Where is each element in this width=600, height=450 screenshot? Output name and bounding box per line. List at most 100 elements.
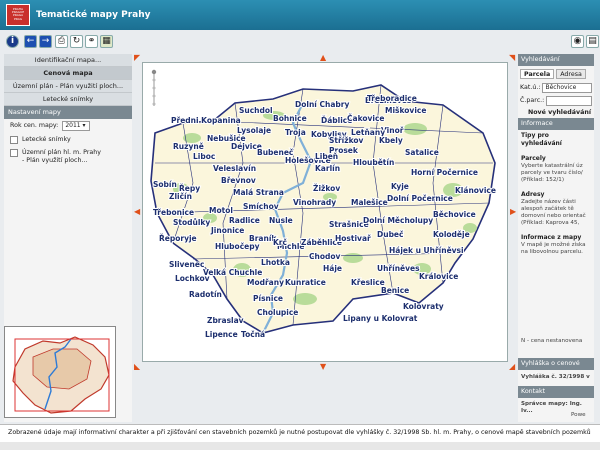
horizontal-scrollbar[interactable] [0, 442, 600, 450]
district-label[interactable]: Radlice [228, 215, 261, 226]
district-label[interactable]: Benice [380, 285, 410, 296]
district-label[interactable]: Běchovice [432, 209, 477, 220]
pan-right-arrow-icon[interactable]: ▶ [510, 207, 516, 216]
pan-left-arrow-icon[interactable]: ◀ [134, 207, 140, 216]
district-label[interactable]: Hájek u Uhříněvsi [388, 245, 465, 256]
district-label[interactable]: Vinohrady [292, 197, 337, 208]
district-label[interactable]: Uhříněves [376, 263, 421, 274]
district-label[interactable]: Žižkov [312, 183, 341, 194]
aerial-checkbox[interactable] [10, 136, 18, 144]
overview-minimap[interactable] [4, 326, 116, 418]
back-arrow-icon[interactable]: ← [24, 35, 37, 48]
district-label[interactable]: Klánovice [454, 185, 497, 196]
grid-icon[interactable]: ▦ [100, 35, 113, 48]
district-label[interactable]: Sobín [152, 179, 178, 190]
district-label[interactable]: Smíchov [242, 201, 280, 212]
district-label[interactable]: Lipence [204, 329, 239, 340]
zoom-control[interactable] [150, 68, 158, 108]
district-label[interactable]: Velká Chuchle [202, 267, 263, 278]
district-label[interactable]: Jinonice [209, 225, 245, 236]
district-label[interactable]: Bohnice [272, 113, 308, 124]
district-label[interactable]: Ruzyně [172, 141, 205, 152]
district-label[interactable]: Hlubočepy [214, 241, 261, 252]
district-label[interactable]: Cholupice [256, 307, 299, 318]
pan-down-right-arrow-icon[interactable]: ◢ [509, 362, 515, 371]
district-label[interactable]: Zličín [168, 191, 193, 202]
district-label[interactable]: Střížkov [328, 135, 365, 146]
district-label[interactable]: Modřany [246, 277, 285, 288]
district-label[interactable]: Koloděje [432, 229, 471, 240]
district-label[interactable]: Bubeneč [256, 147, 295, 158]
district-label[interactable]: Libeň [314, 151, 339, 162]
district-label[interactable]: Lhotka [260, 257, 291, 268]
district-label[interactable]: Motol [208, 205, 234, 216]
district-label[interactable]: Čakovice [346, 113, 386, 124]
district-label[interactable]: Chodov [308, 251, 342, 262]
pan-down-left-arrow-icon[interactable]: ◣ [134, 362, 140, 371]
district-label[interactable]: Liboc [192, 151, 216, 162]
tab-parcel[interactable]: Parcela [520, 69, 555, 79]
district-label[interactable]: Radotín [188, 289, 223, 300]
ku-select[interactable]: Běchovice [542, 82, 592, 93]
new-search-button[interactable]: Nové vyhledávání [518, 107, 594, 118]
district-label[interactable]: Hostivař [334, 233, 372, 244]
district-label[interactable]: Předni Kopanina [170, 115, 242, 126]
district-label[interactable]: Miškovice [384, 105, 427, 116]
district-label[interactable]: Třebonice [152, 207, 195, 218]
district-label[interactable]: Stodůlky [172, 217, 211, 228]
district-label[interactable]: Kunratice [284, 277, 327, 288]
sidebar-item-aerial-photos[interactable]: Letecké snímky [4, 93, 132, 106]
pan-up-right-arrow-icon[interactable]: ◥ [509, 53, 515, 62]
year-select[interactable]: 2011 ▾ [62, 121, 91, 131]
info-icon[interactable]: i [6, 35, 19, 48]
district-label[interactable]: Zbraslav [206, 315, 245, 326]
district-label[interactable]: Krč [272, 237, 289, 248]
zoning-checkbox[interactable] [10, 149, 18, 157]
district-label[interactable]: Veleslavín [212, 163, 257, 174]
district-label[interactable]: Kolovraty [402, 301, 445, 312]
district-label[interactable]: Řeporyje [158, 233, 198, 244]
sidebar-item-price-map[interactable]: Cenová mapa [4, 67, 132, 80]
district-label[interactable]: Slivenec [168, 259, 205, 270]
forward-arrow-icon[interactable]: → [39, 35, 52, 48]
reset-icon[interactable]: ↻ [70, 35, 83, 48]
district-label[interactable]: Břevnov [220, 175, 257, 186]
district-label[interactable]: Karlín [314, 163, 341, 174]
district-label[interactable]: Nebušice [206, 133, 247, 144]
tab-address[interactable]: Adresa [556, 69, 586, 79]
print-icon[interactable]: ⎙ [55, 35, 68, 48]
district-label[interactable]: Písnice [252, 293, 284, 304]
eye-icon[interactable]: ◉ [571, 35, 584, 48]
district-label[interactable]: Dolní Chabry [294, 99, 350, 110]
district-label[interactable]: Háje [322, 263, 343, 274]
district-label[interactable]: Horní Počernice [410, 167, 479, 178]
layers-icon[interactable]: ▤ [586, 35, 599, 48]
price-decree-link[interactable]: Vyhláška č. 32/1998 v [518, 372, 593, 383]
district-label[interactable]: Dolní Počernice [386, 193, 454, 204]
district-label[interactable]: Troja [284, 127, 307, 138]
district-label[interactable]: Nusle [268, 215, 294, 226]
district-label[interactable]: Dubeč [376, 229, 405, 240]
district-label[interactable]: Třeboradice [366, 93, 418, 104]
district-label[interactable]: Dolní Měcholupy [362, 215, 434, 226]
district-label[interactable]: Lipany u Kolovrat [342, 313, 419, 324]
pan-up-left-arrow-icon[interactable]: ◤ [134, 53, 140, 62]
district-label[interactable]: Malešice [350, 197, 389, 208]
map-canvas[interactable]: Troja Dolní Chabry Ďáblice Čakovice Vinoř Suc… [142, 62, 508, 362]
district-label[interactable]: Královice [418, 271, 459, 282]
district-label[interactable]: Hloubětín [352, 157, 395, 168]
district-label[interactable]: Malá Strana [232, 187, 285, 198]
sidebar-item-identification-map[interactable]: Identifikační mapa... [4, 54, 132, 67]
sidebar-item-zoning-plan[interactable]: Územní plán - Plán využití ploch... [4, 80, 132, 93]
link-icon[interactable]: ⚭ [85, 35, 98, 48]
district-label[interactable]: Lochkov [174, 273, 211, 284]
pan-down-arrow-icon[interactable]: ▼ [320, 362, 326, 371]
district-label[interactable]: Křeslice [350, 277, 386, 288]
district-label[interactable]: Suchdol [238, 105, 274, 116]
district-label[interactable]: Točná [240, 329, 266, 340]
parcel-input[interactable] [546, 95, 592, 106]
district-label[interactable]: Kyje [390, 181, 410, 192]
district-label[interactable]: Satalice [404, 147, 440, 158]
pan-up-arrow-icon[interactable]: ▲ [320, 53, 326, 62]
district-label[interactable]: Kbely [378, 135, 404, 146]
